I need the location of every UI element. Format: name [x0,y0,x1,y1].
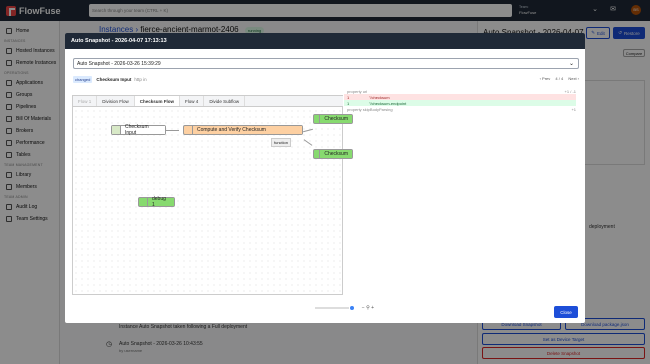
node-debug-1[interactable]: debug 1 [138,196,175,208]
dialog-title: Auto Snapshot - 2026-04-07 17:13:13 [65,33,585,49]
tab-divide-subflow[interactable]: Divide Subflow [204,96,246,106]
flow-wire [303,128,313,133]
node-compute-checksum[interactable]: Compute and Verify Checksum [183,125,303,135]
changed-node-name: Checksum Input [96,77,132,82]
compare-snapshot-select[interactable]: Auto Snapshot - 2026-03-26 15:39:29 ⌄ [73,58,579,69]
tab-division-flow[interactable]: Division Flow [97,96,135,106]
json-diff-panel: property url +1 / -1 1 "/checksum 1 "/check… [344,88,576,114]
node-checksum-output-2[interactable]: Checksum [313,149,353,159]
next-diff-button[interactable]: Next › [568,76,579,81]
diff-navigation-bar: changed Checksum Input http in ‹ Prev 4 … [73,75,579,84]
flow-wire [303,139,313,146]
tab-checksum-flow[interactable]: Checksum Flow [134,96,181,106]
http-in-icon [112,126,120,134]
function-icon [184,126,192,134]
zoom-reset-icon[interactable]: ⚲ [366,305,370,311]
zoom-slider[interactable] [315,306,349,309]
zoom-out-icon[interactable]: − [362,305,365,311]
function-tooltip: function [271,138,292,147]
zoom-in-icon[interactable]: + [371,305,374,311]
canvas-zoom-controls: − ⚲ + [315,305,405,313]
flow-canvas[interactable]: Flow 1 Division Flow Checksum Flow Flow … [72,95,353,295]
zoom-handle[interactable] [350,305,355,310]
diff-counter: 4 / 4 [555,76,564,81]
chevron-down-icon: ⌄ [568,61,574,67]
node-checksum-output-1[interactable]: Checksum [313,114,353,124]
debug-icon [139,198,147,206]
changed-badge: changed [73,76,93,83]
snapshot-compare-dialog: Auto Snapshot - 2026-04-07 17:13:13 Auto… [65,33,585,323]
diff-pager: ‹ Prev 4 / 4 Next › [540,76,579,81]
flow-tabs: Flow 1 Division Flow Checksum Flow Flow … [73,96,343,107]
tab-flow-1[interactable]: Flow 1 [73,96,98,106]
diff-property-skip: property skipBodyParsing +1 [347,106,576,112]
node-checksum-input[interactable]: Checksum Input [111,124,166,136]
close-button[interactable]: Close [554,306,578,318]
tab-flow-4[interactable]: Flow 4 [180,96,205,106]
prev-diff-button[interactable]: ‹ Prev [540,76,551,81]
changed-node-type: http in [134,77,147,82]
